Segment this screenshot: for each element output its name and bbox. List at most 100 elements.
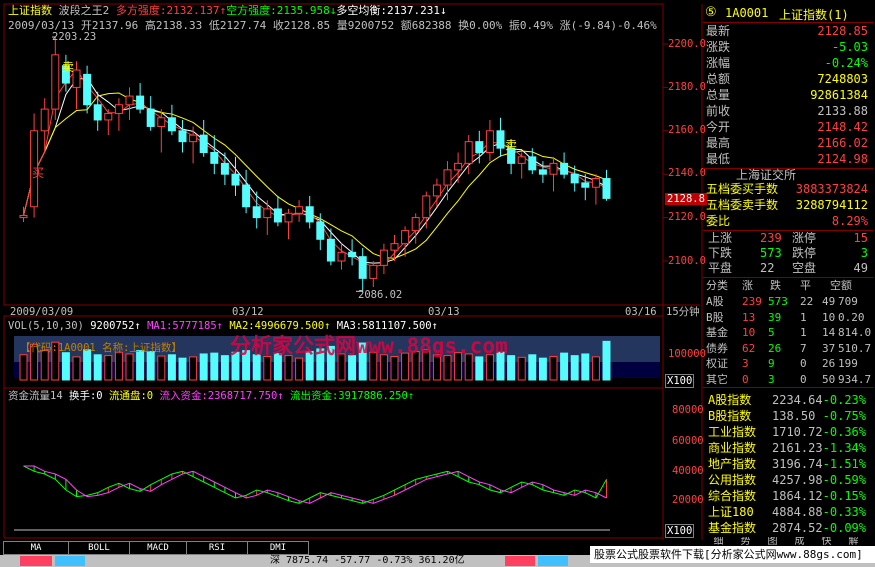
class-cell: 37 [822,341,836,355]
watermark: 分析家公式网www.88gs.com [230,334,508,358]
index-change: -0.36% [822,425,866,439]
quote-row: 前收 2133.88 [706,104,868,118]
index-name: 工业指数 [708,425,757,439]
price-tick: 2100.0 [668,255,706,267]
fund-flow-series [23,465,607,504]
candle-body [390,243,399,251]
class-cell: 49 [822,295,836,308]
price-tick: 2180.0 [668,81,706,93]
candle-body [485,130,494,154]
index-name: 综合指数 [708,489,757,503]
index-row[interactable]: 商业指数 2161.23 -1.34% [708,440,866,456]
indicator-name[interactable]: 波段之王2 [59,4,110,17]
index-value: 1864.12 [772,489,823,503]
flow-panel-border [3,387,664,539]
flow-scale[interactable]: X100 [665,524,695,538]
tab-dmi[interactable]: DMI [247,541,309,555]
candle-body [83,73,92,106]
quote-row: 涨跌 -5.03 [706,40,868,54]
index-row[interactable]: 综合指数 1864.12 -0.15% [708,488,866,504]
index-value: 2234.64 [772,393,823,407]
candle-body [464,141,473,164]
candle-body [401,230,410,245]
candle-body [231,173,240,186]
adv-row: 上涨 239 涨停 15 [708,231,868,245]
class-cell: 13 [742,310,756,324]
index-row[interactable]: 工业指数 1710.72 -0.36% [708,424,866,440]
ohlc-turnover: 换0.00% [458,19,503,32]
flow-axis-tick: 40000 [672,465,704,477]
volume-bar [263,355,272,381]
volume-bar [210,352,219,381]
ad-banner[interactable]: 股票公式股票软件下载[分析家公式网www.88gs.com] [590,546,875,563]
volume-scale[interactable]: X100 [665,374,695,388]
volume-bar [591,356,600,381]
sidebar-tab[interactable]: 势 [733,537,758,547]
price-tick: 2120.0 [668,211,706,223]
tab-boll[interactable]: BOLL [68,541,130,555]
candle-body [220,162,229,175]
index-row[interactable]: A股指数 2234.64 -0.23% [708,392,866,408]
header-line: 上证指数 波段之王2 多方强度:2132.137↑空方强度:2135.958↓多… [8,4,447,17]
class-cell: 10 [742,326,756,339]
index-change: -0.09% [822,521,866,535]
volume-bar [93,354,102,381]
class-cell: 0 [742,372,749,386]
sidebar-tab[interactable]: 快 [814,537,839,547]
index-name: B股指数 [708,409,752,423]
candle-body [19,214,28,219]
volume-bar [146,350,155,381]
index-title: 上证指数 [8,4,52,17]
date-tick: 03/12 [232,306,264,318]
volume-axis-tick: 100000 [668,348,706,360]
flow-axis-tick: 60000 [672,435,704,447]
index-row[interactable]: 地产指数 3196.74 -1.51% [708,456,866,472]
volume-bar [199,353,208,381]
index-change: -0.23% [822,393,866,407]
index-row[interactable]: 基金指数 2874.52 -0.09% [708,520,866,536]
flow-outflow: 流出资金:3917886.250 [289,390,408,402]
volume-bar [114,351,123,381]
ohlc-amplitude: 振0.49% [508,19,554,32]
index-row[interactable]: B股指数 138.50 -0.75% [708,408,866,424]
quote-badge[interactable]: ⑤ [705,5,717,20]
index-value: 2874.52 [772,521,823,535]
ask-row: 五档委卖手数 3288794112 [706,198,868,212]
candle-body [305,206,314,223]
index-change: -1.34% [822,441,866,455]
buy-signal-1: 买 [32,166,45,180]
candle-body [93,104,102,121]
candle-body [157,117,166,127]
candle-body [263,208,272,219]
candle-body [295,206,304,214]
period-selector[interactable]: 15分钟 [666,306,700,318]
quote-header: ⑤ 1A0001 上证指数(1) [703,4,873,23]
index-value: 3196.74 [772,457,823,471]
tab-macd[interactable]: MACD [129,541,187,555]
sidebar-tab[interactable]: 图 [760,537,785,547]
candle-body [189,134,198,143]
candlestick-series [19,36,611,292]
sidebar-tab[interactable]: 成 [787,537,812,547]
volume-bar [178,357,187,381]
volume-bar [40,350,49,381]
candle-body [517,156,526,164]
class-head: 涨 [742,279,753,292]
class-cell: 39 [768,310,782,324]
tab-rsi[interactable]: RSI [186,541,248,555]
class-cell: 债券 [706,341,728,355]
class-cell: 7 [800,341,807,355]
tab-ma[interactable]: MA [3,541,69,555]
outflow-line [23,465,607,504]
candle-body [496,130,505,149]
volume-bar [549,355,558,381]
class-cell: 其它 [706,372,728,386]
index-row[interactable]: 公用指数 4257.98 -0.59% [708,472,866,488]
sidebar-tab[interactable]: 解 [841,537,866,547]
index-row[interactable]: 上证180 4884.88 -0.33% [708,504,866,520]
quote-row: 最高 2166.02 [706,136,868,150]
sidebar-tab[interactable]: 细 [706,537,731,547]
candle-body [475,141,484,153]
class-cell: 50 [822,372,836,386]
candle-body [273,208,282,223]
